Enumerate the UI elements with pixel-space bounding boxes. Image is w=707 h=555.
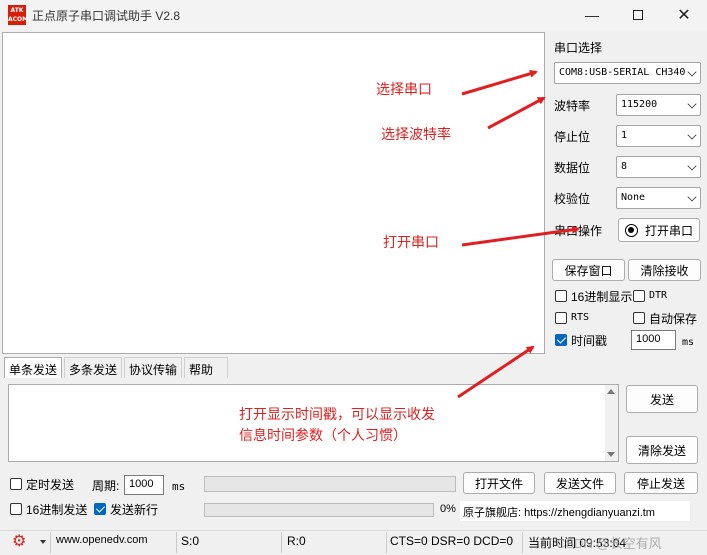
stop-bits-label: 停止位 <box>554 130 591 144</box>
store-link[interactable]: 原子旗舰店: https://zhengdianyuanzi.tm <box>460 501 690 521</box>
baud-value: 115200 <box>621 99 658 110</box>
line-status: CTS=0 DSR=0 DCD=0 <box>390 534 514 548</box>
port-section-label: 串口选择 <box>554 41 603 55</box>
clear-receive-button[interactable]: 清除接收 <box>628 259 701 281</box>
hex-send-label: 16进制发送 <box>26 503 88 517</box>
rts-label: RTS <box>571 312 590 323</box>
annotation-open-port: 打开串口 <box>383 235 439 251</box>
hex-send-checkbox[interactable] <box>10 503 22 515</box>
app-logo-icon: ATK ACOM <box>8 5 29 25</box>
stop-bits-value: 1 <box>621 130 628 141</box>
window-title: 正点原子串口调试助手 V2.8 <box>32 9 181 23</box>
chevron-down-icon <box>687 67 697 77</box>
port-value: COM8:USB-SERIAL CH340 <box>559 67 686 78</box>
receive-area[interactable] <box>2 32 545 354</box>
minimize-icon[interactable]: — <box>569 0 615 30</box>
period-label: 周期: <box>92 479 120 493</box>
scroll-up-icon <box>607 389 615 394</box>
open-port-button[interactable]: 打开串口 <box>618 218 700 242</box>
port-op-label: 串口操作 <box>554 224 603 238</box>
send-file-button[interactable]: 发送文件 <box>544 472 616 494</box>
annotation-timestamp-2: 信息时间参数（个人习惯） <box>239 428 407 444</box>
dtr-checkbox[interactable] <box>633 290 645 302</box>
baud-label: 波特率 <box>554 99 591 113</box>
chevron-down-icon <box>687 192 697 202</box>
file-progress-bar <box>204 503 434 517</box>
store-link-text: 原子旗舰店: https://zhengdianyuanzi.tm <box>463 507 655 519</box>
data-bits-value: 8 <box>621 161 628 172</box>
watermark: CSDN @长空有风 <box>556 536 662 551</box>
file-progress-text: 0% <box>440 503 456 515</box>
hex-display-label: 16进制显示 <box>571 290 633 304</box>
close-icon[interactable]: ✕ <box>661 0 707 30</box>
timestamp-label: 时间戳 <box>571 334 608 348</box>
send-scrollbar[interactable] <box>605 384 619 462</box>
auto-save-checkbox[interactable] <box>633 312 645 324</box>
send-button[interactable]: 发送 <box>626 385 698 413</box>
open-file-button[interactable]: 打开文件 <box>463 472 535 494</box>
hex-display-checkbox[interactable] <box>555 290 567 302</box>
sent-count: S:0 <box>181 534 200 548</box>
gear-icon[interactable]: ⚙ <box>12 534 26 550</box>
dropdown-arrow-icon[interactable] <box>40 540 46 544</box>
tab-single-send[interactable]: 单条发送 <box>4 357 63 378</box>
tab-multi-send[interactable]: 多条发送 <box>64 357 123 378</box>
chevron-down-icon <box>687 99 697 109</box>
radio-icon <box>624 223 638 237</box>
data-bits-label: 数据位 <box>554 161 591 175</box>
stop-bits-select[interactable]: 1 <box>616 125 701 147</box>
scroll-down-icon <box>607 452 615 457</box>
data-bits-select[interactable]: 8 <box>616 156 701 178</box>
stop-send-button[interactable]: 停止发送 <box>624 472 698 494</box>
annotation-select-baud: 选择波特率 <box>381 127 451 143</box>
timed-send-label: 定时发送 <box>26 478 75 492</box>
parity-value: None <box>621 192 646 203</box>
annotation-select-port: 选择串口 <box>376 82 432 98</box>
newline-checkbox[interactable] <box>94 503 106 515</box>
newline-label: 发送新行 <box>110 503 159 517</box>
clear-send-button[interactable]: 清除发送 <box>626 436 698 464</box>
rts-checkbox[interactable] <box>555 312 567 324</box>
chevron-down-icon <box>687 130 697 140</box>
timestamp-interval-input[interactable]: 1000 <box>631 330 676 350</box>
timer-progress-bar <box>204 476 456 492</box>
tab-help[interactable]: 帮助 <box>184 357 228 378</box>
parity-label: 校验位 <box>554 192 591 206</box>
received-count: R:0 <box>287 534 306 548</box>
period-input[interactable]: 1000 <box>124 475 164 495</box>
timestamp-checkbox[interactable] <box>555 334 567 346</box>
annotation-timestamp-1: 打开显示时间戳，可以显示收发 <box>239 407 435 423</box>
chevron-down-icon <box>687 161 697 171</box>
auto-save-label: 自动保存 <box>649 312 698 326</box>
timed-send-checkbox[interactable] <box>10 478 22 490</box>
website-link[interactable]: www.openedv.com <box>56 534 148 546</box>
open-port-label: 打开串口 <box>644 223 693 238</box>
period-unit: ms <box>172 480 186 493</box>
port-select[interactable]: COM8:USB-SERIAL CH340 <box>554 62 701 84</box>
maximize-icon[interactable] <box>615 0 661 30</box>
dtr-label: DTR <box>649 290 668 301</box>
save-window-button[interactable]: 保存窗口 <box>552 259 625 281</box>
parity-select[interactable]: None <box>616 187 701 209</box>
interval-unit: ms <box>682 337 695 348</box>
baud-select[interactable]: 115200 <box>616 94 701 116</box>
tab-protocol[interactable]: 协议传输 <box>124 357 183 378</box>
